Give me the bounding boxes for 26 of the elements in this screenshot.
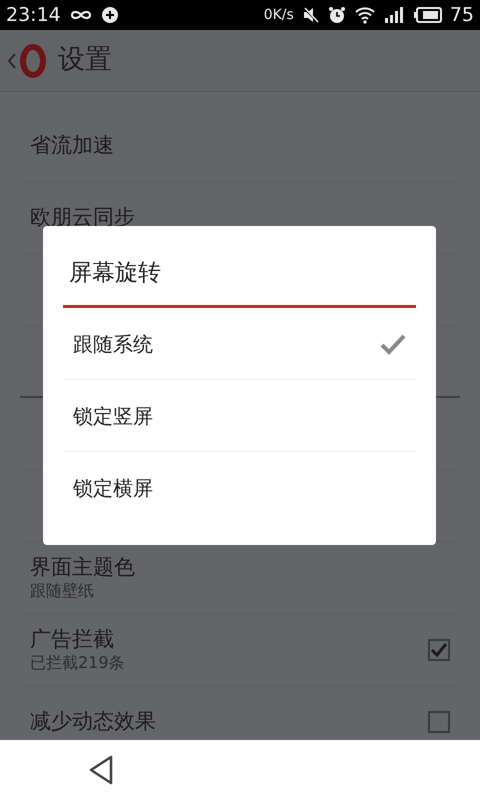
setting-title[interactable]: 广告拦截 <box>30 627 125 652</box>
wifi-icon <box>354 6 376 24</box>
chevron-icon <box>8 52 16 68</box>
network-speed: 0K/s <box>264 6 294 24</box>
setting-value: 已拦截219条 <box>30 652 125 672</box>
logo-icon <box>20 44 46 78</box>
back-icon[interactable] <box>88 755 114 785</box>
checkbox[interactable] <box>428 710 450 732</box>
rotation-option[interactable]: 锁定横屏 <box>63 452 416 524</box>
rotation-option[interactable]: 跟随系统 <box>63 308 416 380</box>
signal-icon <box>384 7 406 23</box>
checkbox[interactable] <box>428 638 450 660</box>
battery-icon <box>414 7 442 23</box>
setting-title[interactable]: 界面主题色 <box>30 555 135 580</box>
dialog-title: 屏幕旋转 <box>63 226 416 308</box>
setting-title[interactable]: 省流加速 <box>30 132 114 158</box>
rotation-option[interactable]: 锁定竖屏 <box>63 380 416 452</box>
back-button[interactable] <box>8 44 46 78</box>
mute-icon <box>302 6 320 24</box>
status-time: 23:14 <box>6 2 61 28</box>
infinity-icon <box>68 8 93 22</box>
page-title: 设置 <box>58 43 112 78</box>
battery-level: 75 <box>450 2 474 28</box>
setting-value: 跟随壁纸 <box>30 580 95 600</box>
alarm-icon <box>328 6 346 24</box>
setting-title[interactable]: 减少动态效果 <box>30 708 156 734</box>
